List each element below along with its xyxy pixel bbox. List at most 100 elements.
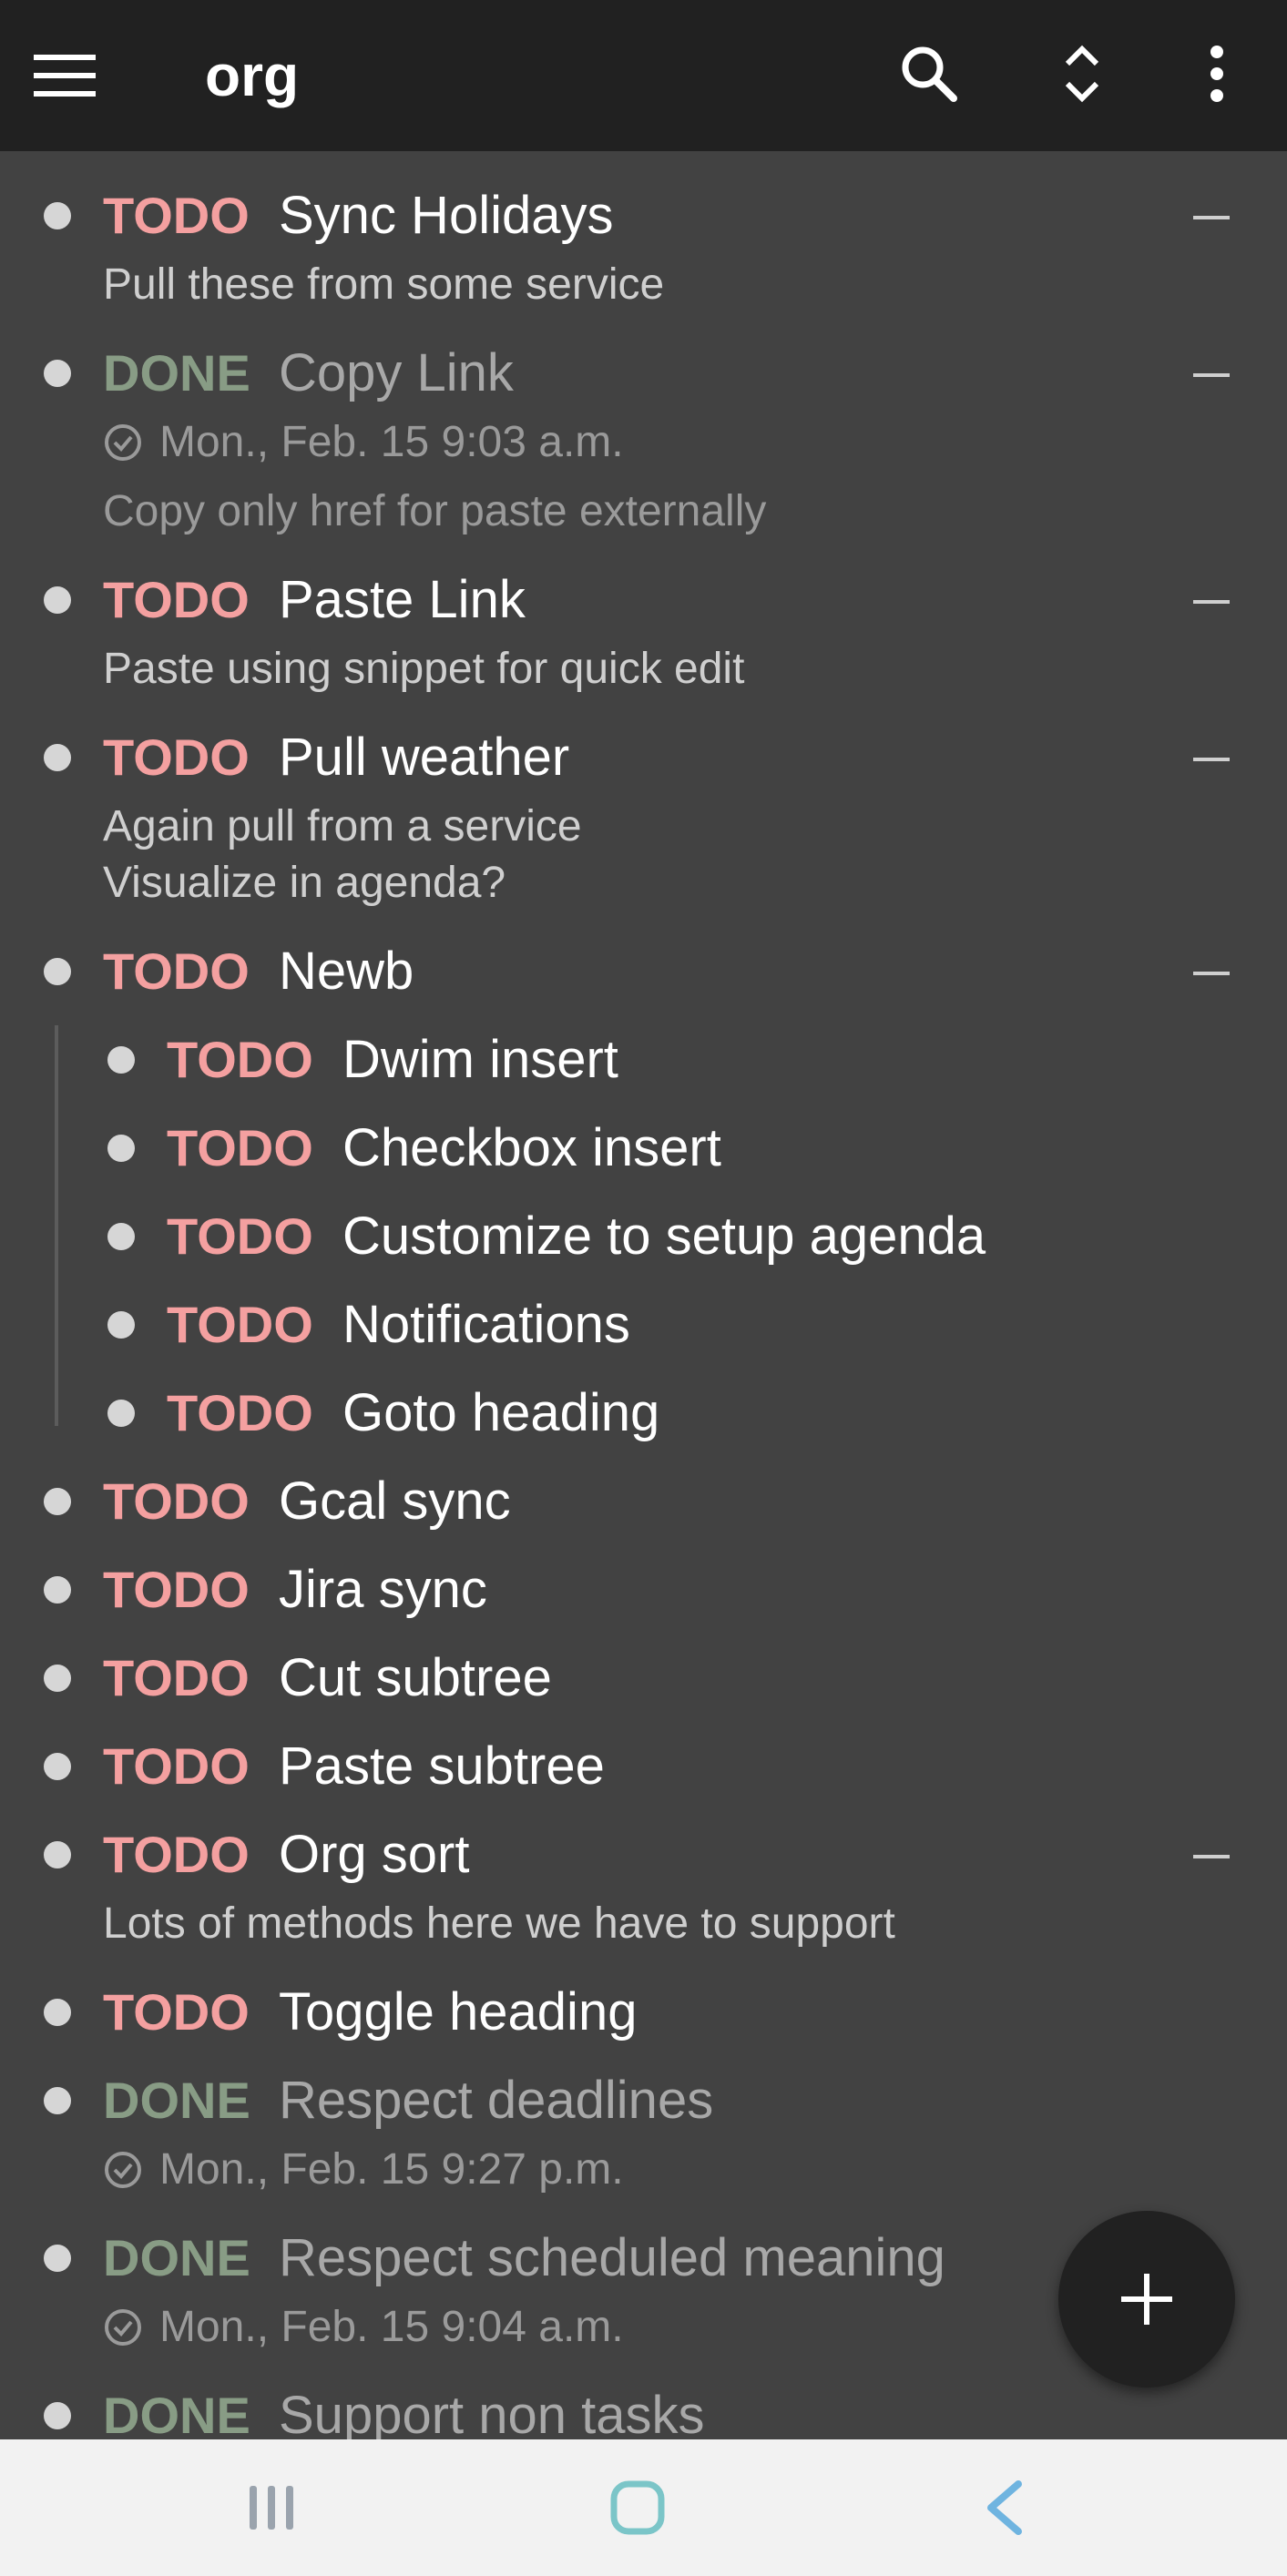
home-icon[interactable] bbox=[565, 2458, 710, 2558]
bullet bbox=[44, 2245, 71, 2272]
bullet bbox=[107, 1223, 135, 1250]
bullet bbox=[107, 1311, 135, 1339]
bullet bbox=[44, 958, 71, 985]
bullet bbox=[44, 1999, 71, 2026]
list-item[interactable]: TODO Newb bbox=[0, 940, 1287, 1013]
list-item[interactable]: TODO Jira sync bbox=[0, 1558, 1287, 1631]
heading-title: Respect deadlines bbox=[279, 2071, 714, 2130]
bullet bbox=[44, 1841, 71, 1868]
heading-title: Dwim insert bbox=[342, 1030, 618, 1089]
bullet bbox=[44, 1753, 71, 1780]
bullet bbox=[107, 1135, 135, 1162]
list-item[interactable]: TODO Sync Holidays Pull these from some … bbox=[0, 184, 1287, 330]
add-button[interactable] bbox=[1058, 2211, 1235, 2388]
heading-title: Respect scheduled meaning bbox=[279, 2228, 945, 2287]
done-keyword: DONE bbox=[103, 344, 250, 402]
todo-keyword: TODO bbox=[167, 1207, 313, 1265]
fold-toggle[interactable] bbox=[1193, 373, 1230, 377]
bullet bbox=[44, 202, 71, 229]
system-nav-bar bbox=[0, 2439, 1287, 2576]
heading-title: Pull weather bbox=[279, 728, 570, 787]
todo-keyword: TODO bbox=[103, 1561, 250, 1618]
todo-keyword: TODO bbox=[103, 1737, 250, 1795]
todo-keyword: TODO bbox=[103, 942, 250, 1000]
heading-title: Sync Holidays bbox=[279, 186, 614, 245]
heading-title: Jira sync bbox=[279, 1560, 487, 1619]
bullet bbox=[44, 1665, 71, 1692]
list-item[interactable]: TODO Gcal sync bbox=[0, 1470, 1287, 1543]
heading-title: Cut subtree bbox=[279, 1648, 552, 1707]
heading-title: Toggle heading bbox=[279, 1982, 638, 2041]
todo-keyword: TODO bbox=[103, 728, 250, 786]
list-item[interactable]: TODO Pull weather Again pull from a serv… bbox=[0, 726, 1287, 926]
list-item[interactable]: DONE Support non tasks bbox=[0, 2384, 1287, 2439]
closed-timestamp: Mon., Feb. 15 9:27 p.m. bbox=[103, 2142, 624, 2198]
unfold-expand-icon[interactable] bbox=[1032, 24, 1132, 124]
item-content: Again pull from a service bbox=[103, 802, 582, 850]
list-item[interactable]: TODO Org sort Lots of methods here we ha… bbox=[0, 1823, 1287, 1969]
plus-icon bbox=[1121, 2274, 1172, 2325]
todo-keyword: TODO bbox=[103, 187, 250, 244]
list-item[interactable]: TODO Goto heading bbox=[0, 1381, 1287, 1454]
done-keyword: DONE bbox=[103, 2072, 250, 2129]
bullet bbox=[44, 586, 71, 614]
closed-timestamp: Mon., Feb. 15 9:04 a.m. bbox=[103, 2299, 624, 2356]
done-keyword: DONE bbox=[103, 2229, 250, 2286]
back-icon[interactable] bbox=[931, 2458, 1077, 2558]
fold-toggle[interactable] bbox=[1193, 972, 1230, 975]
check-circle-icon bbox=[105, 424, 141, 461]
item-content: Pull these from some service bbox=[103, 260, 665, 309]
heading-title: Checkbox insert bbox=[342, 1118, 721, 1177]
fold-toggle[interactable] bbox=[1193, 758, 1230, 761]
recents-icon[interactable] bbox=[199, 2458, 344, 2558]
bullet bbox=[44, 2087, 71, 2114]
heading-title: Copy Link bbox=[279, 343, 514, 402]
heading-title: Support non tasks bbox=[279, 2386, 705, 2439]
fold-toggle[interactable] bbox=[1193, 216, 1230, 219]
list-item[interactable]: TODO Cut subtree bbox=[0, 1646, 1287, 1719]
closed-timestamp: Mon., Feb. 15 9:03 a.m. bbox=[103, 414, 624, 471]
heading-title: Customize to setup agenda bbox=[342, 1207, 986, 1266]
app-bar: org bbox=[0, 0, 1287, 151]
heading-title: Org sort bbox=[279, 1825, 470, 1884]
heading-title: Paste Link bbox=[279, 570, 526, 629]
todo-keyword: TODO bbox=[167, 1031, 313, 1088]
heading-title: Notifications bbox=[342, 1295, 630, 1354]
item-content: Copy only href for paste externally bbox=[103, 487, 767, 535]
list-item[interactable]: TODO Toggle heading bbox=[0, 1980, 1287, 2053]
bullet bbox=[107, 1400, 135, 1427]
list-item[interactable]: TODO Dwim insert bbox=[0, 1028, 1287, 1101]
check-circle-icon bbox=[105, 2309, 141, 2346]
list-item[interactable]: TODO Checkbox insert bbox=[0, 1116, 1287, 1189]
list-item[interactable]: TODO Customize to setup agenda bbox=[0, 1205, 1287, 1278]
list-item[interactable]: TODO Paste Link Paste using snippet for … bbox=[0, 568, 1287, 714]
more-vert-icon[interactable] bbox=[1167, 24, 1267, 124]
outline-list: TODO Sync Holidays Pull these from some … bbox=[0, 151, 1287, 2439]
bullet bbox=[44, 744, 71, 771]
hamburger-menu-icon[interactable] bbox=[24, 35, 106, 117]
heading-title: Newb bbox=[279, 942, 414, 1001]
list-item[interactable]: TODO Paste subtree bbox=[0, 1735, 1287, 1807]
list-item[interactable]: TODO Notifications bbox=[0, 1293, 1287, 1366]
todo-keyword: TODO bbox=[167, 1119, 313, 1176]
todo-keyword: TODO bbox=[103, 571, 250, 628]
heading-title: Paste subtree bbox=[279, 1736, 605, 1796]
bullet bbox=[44, 1576, 71, 1604]
page-title: org bbox=[205, 43, 300, 108]
todo-keyword: TODO bbox=[103, 1983, 250, 2041]
item-content: Visualize in agenda? bbox=[103, 859, 506, 907]
bullet bbox=[107, 1046, 135, 1074]
search-icon[interactable] bbox=[879, 24, 979, 124]
list-item[interactable]: DONE Copy Link Mon., Feb. 15 9:03 a.m. C… bbox=[0, 341, 1287, 560]
heading-title: Goto heading bbox=[342, 1383, 660, 1442]
done-keyword: DONE bbox=[103, 2387, 250, 2439]
bullet bbox=[44, 360, 71, 387]
item-content: Lots of methods here we have to support bbox=[103, 1899, 895, 1948]
bullet bbox=[44, 2402, 71, 2429]
check-circle-icon bbox=[105, 2152, 141, 2188]
fold-toggle[interactable] bbox=[1193, 600, 1230, 604]
fold-toggle[interactable] bbox=[1193, 1855, 1230, 1858]
list-item[interactable]: DONE Respect deadlines Mon., Feb. 15 9:2… bbox=[0, 2069, 1287, 2215]
bullet bbox=[44, 1488, 71, 1515]
todo-keyword: TODO bbox=[103, 1649, 250, 1706]
